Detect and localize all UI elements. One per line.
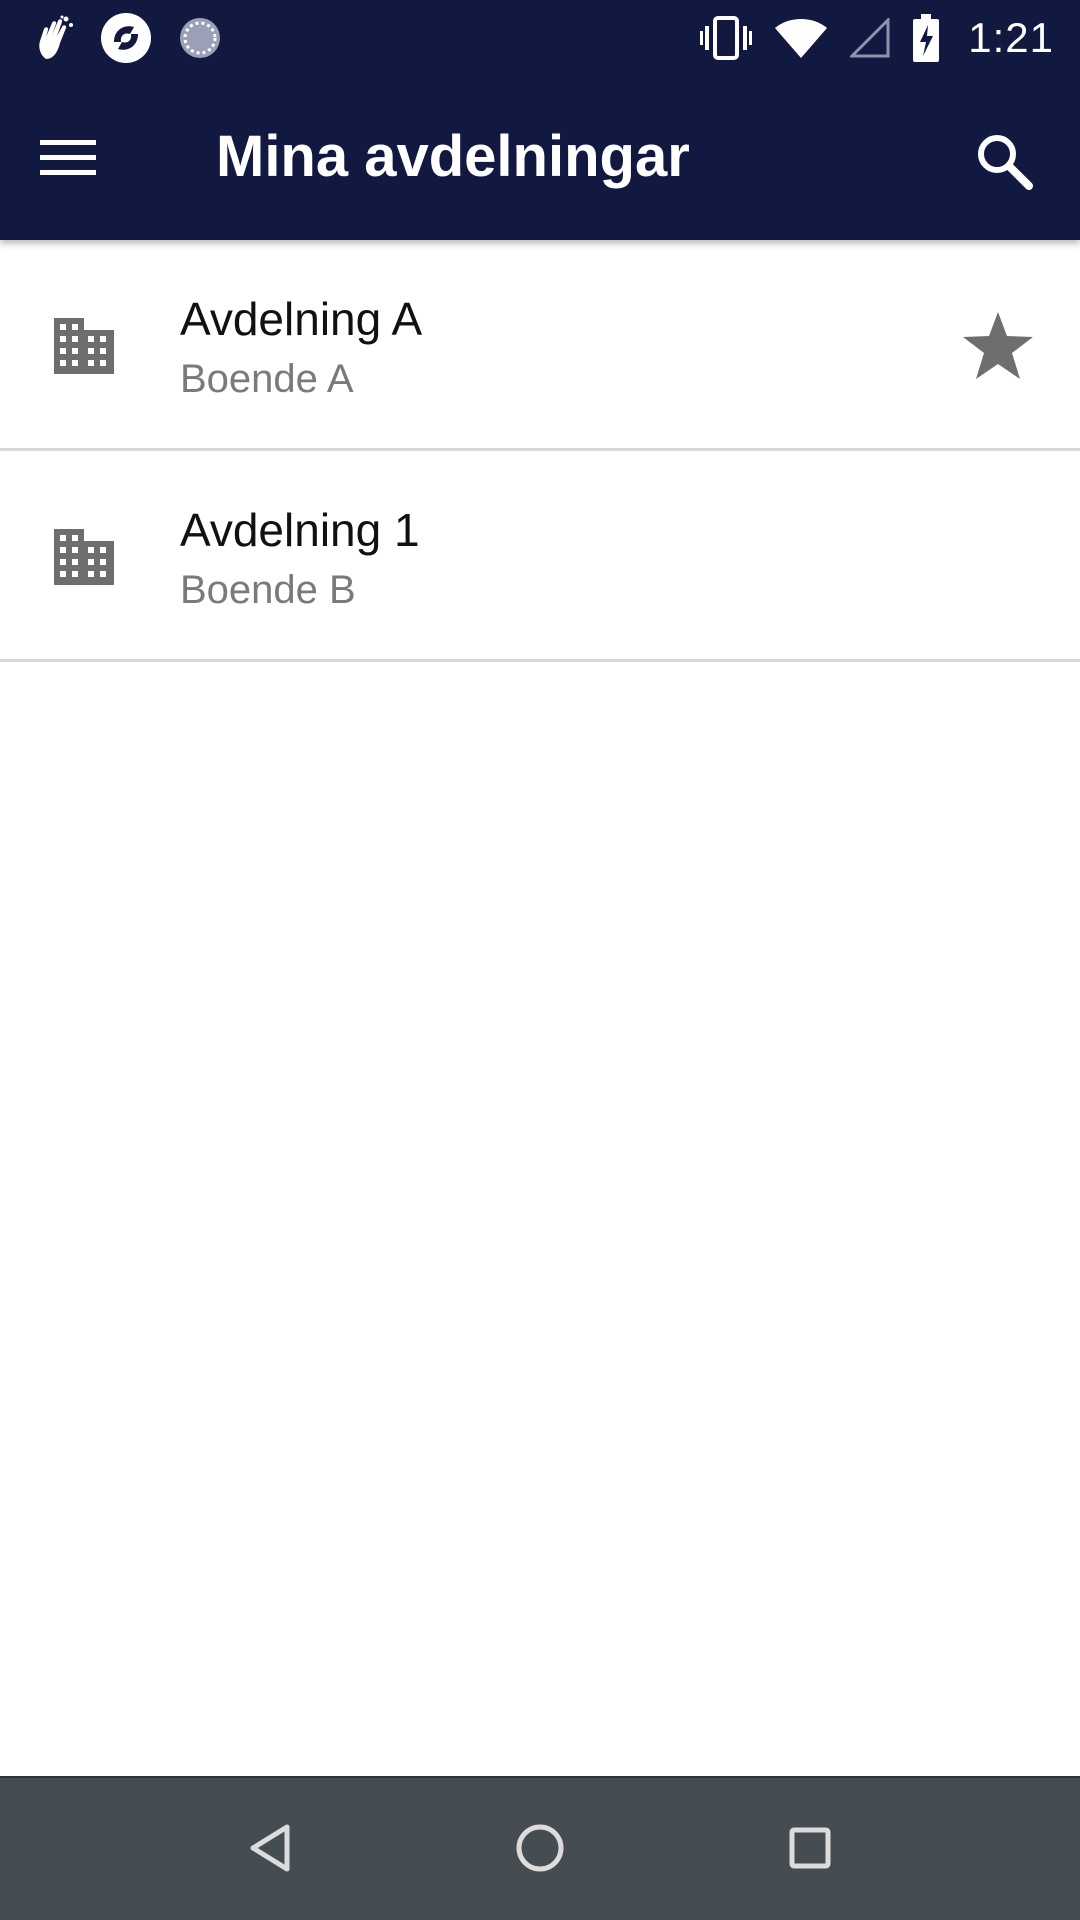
department-subtitle: Boende A — [180, 357, 354, 401]
department-title: Avdelning 1 — [180, 504, 420, 556]
hamburger-menu-icon — [40, 138, 96, 183]
search-icon — [975, 132, 1033, 195]
page-title: Mina avdelningar — [216, 124, 690, 189]
system-nav-bar — [0, 1776, 1080, 1920]
building-icon — [54, 318, 114, 374]
list-item-department[interactable]: Avdelning 1 Boende B — [0, 451, 1080, 662]
status-left-icons — [36, 10, 222, 65]
vibrate-icon — [700, 15, 753, 60]
cellular-signal-icon — [850, 17, 890, 58]
sync-spinner-icon — [178, 16, 222, 60]
list-item-department[interactable]: Avdelning A Boende A — [0, 240, 1080, 451]
app-bar: Mina avdelningar — [0, 75, 1080, 240]
department-title: Avdelning A — [180, 293, 423, 345]
wifi-icon — [774, 18, 828, 58]
star-icon[interactable] — [960, 308, 1036, 384]
app-logo-icon — [100, 12, 152, 64]
building-icon — [54, 529, 114, 585]
status-clock: 1:21 — [968, 13, 1054, 61]
department-list: Avdelning A Boende A Avdelning 1 Boende … — [0, 240, 1080, 662]
status-right-icons: 1:21 — [700, 10, 1054, 65]
hand-wave-icon — [36, 15, 74, 61]
recents-square-icon — [788, 1826, 832, 1875]
menu-button[interactable] — [40, 125, 130, 195]
back-triangle-icon — [247, 1823, 293, 1878]
status-bar: 1:21 — [0, 0, 1080, 75]
home-button[interactable] — [504, 1814, 576, 1886]
recents-button[interactable] — [774, 1814, 846, 1886]
battery-charging-icon — [912, 13, 940, 62]
department-subtitle: Boende B — [180, 568, 356, 612]
home-circle-icon — [515, 1823, 565, 1878]
back-button[interactable] — [234, 1814, 306, 1886]
screen: 1:21 Mina avdelningar Avdelning A Boende… — [0, 0, 1080, 1920]
search-button[interactable] — [964, 123, 1044, 203]
